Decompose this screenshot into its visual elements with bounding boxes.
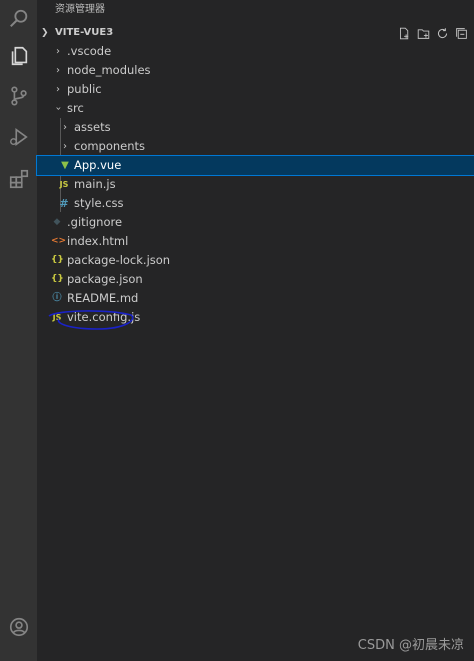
tree-item-style-css[interactable]: # style.css <box>37 194 474 213</box>
tree-item-label: .vscode <box>67 44 112 58</box>
js-file-icon: JS <box>59 180 69 189</box>
tree-item-package-json[interactable]: {} package.json <box>37 270 474 289</box>
explorer-header: 资源管理器 <box>55 4 105 15</box>
tree-item-label: style.css <box>74 196 124 210</box>
chevron-right-icon: › <box>56 84 60 95</box>
tree-item-gitignore[interactable]: ◆ .gitignore <box>37 213 474 232</box>
chevron-right-icon: › <box>56 65 60 76</box>
account-icon[interactable] <box>0 608 37 645</box>
search-icon[interactable] <box>0 0 37 37</box>
info-file-icon: ⓘ <box>52 293 62 303</box>
chevron-down-icon: ❯ <box>41 28 49 38</box>
tree-item-label: .gitignore <box>67 215 123 229</box>
tree-item-label: package-lock.json <box>67 253 171 267</box>
vue-file-icon: ▼ <box>61 160 69 171</box>
run-debug-icon[interactable] <box>0 118 37 155</box>
tree-item-label: App.vue <box>74 158 122 172</box>
explorer-actions <box>397 24 468 42</box>
tree-item-package-lock-json[interactable]: {} package-lock.json <box>37 251 474 270</box>
extensions-icon[interactable] <box>0 160 37 197</box>
tree-item-node-modules[interactable]: › node_modules <box>37 61 474 80</box>
hand-drawn-ellipse-annotation <box>48 310 134 330</box>
new-file-icon[interactable] <box>397 24 411 42</box>
refresh-icon[interactable] <box>435 24 449 42</box>
tree-item-label: assets <box>74 120 111 134</box>
chevron-right-icon: › <box>56 46 60 57</box>
tree-item-components[interactable]: › components <box>37 137 474 156</box>
tree-item-label: README.md <box>67 291 139 305</box>
tree-item-assets[interactable]: › assets <box>37 118 474 137</box>
chevron-down-icon: › <box>52 106 64 111</box>
tree-item-public[interactable]: › public <box>37 80 474 99</box>
explorer-icon[interactable] <box>0 37 37 74</box>
tree-item-label: public <box>67 82 102 96</box>
source-control-icon[interactable] <box>0 77 37 114</box>
collapse-all-icon[interactable] <box>454 24 468 42</box>
json-file-icon: {} <box>51 274 64 284</box>
json-file-icon: {} <box>51 255 64 265</box>
tree-item-label: components <box>74 139 146 153</box>
css-file-icon: # <box>59 197 69 210</box>
chevron-right-icon: › <box>63 122 67 133</box>
git-file-icon: ◆ <box>53 217 61 227</box>
activity-bar <box>0 0 37 661</box>
tree-item-vscode[interactable]: › .vscode <box>37 42 474 61</box>
tree-item-label: main.js <box>74 177 116 191</box>
html-file-icon: <> <box>51 236 67 246</box>
watermark: CSDN @初晨未凉 <box>357 638 464 653</box>
new-folder-icon[interactable] <box>416 24 430 42</box>
tree-item-label: package.json <box>67 272 143 286</box>
tree-item-src[interactable]: › src <box>37 99 474 118</box>
tree-item-readme-md[interactable]: ⓘ README.md <box>37 289 474 308</box>
tree-item-label: index.html <box>67 234 129 248</box>
tree-item-label: node_modules <box>67 63 151 77</box>
tree-item-label: src <box>67 101 84 115</box>
tree-item-app-vue[interactable]: ▼ App.vue <box>36 155 474 176</box>
chevron-right-icon: › <box>63 141 67 152</box>
workspace-title: VITE-VUE3 <box>55 27 114 38</box>
tree-item-index-html[interactable]: <> index.html <box>37 232 474 251</box>
tree-item-main-js[interactable]: JS main.js <box>37 175 474 194</box>
explorer-panel: 资源管理器 ❯ VITE-VUE3 › .vscode › node_modul… <box>36 0 474 661</box>
